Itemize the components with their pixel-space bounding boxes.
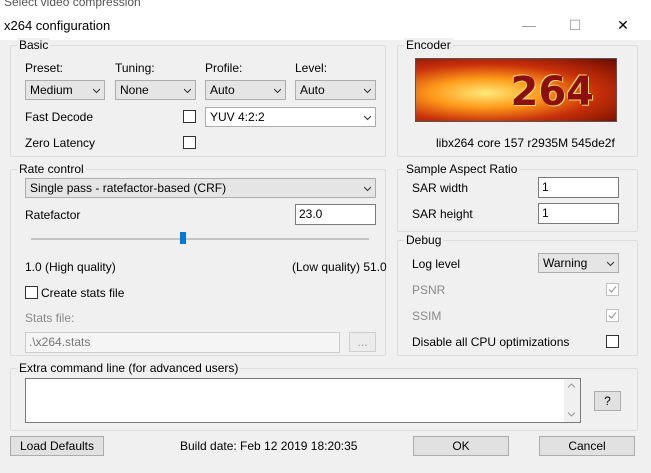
extra-cmdline-textarea[interactable]	[25, 378, 581, 423]
sar-height-value: 1	[542, 206, 549, 220]
ok-button[interactable]: OK	[413, 436, 509, 456]
psnr-label: PSNR	[412, 283, 446, 297]
zero-latency-label: Zero Latency	[25, 136, 96, 150]
disable-cpu-checkbox[interactable]	[606, 335, 619, 348]
ratefactor-input[interactable]: 23.0	[295, 204, 376, 225]
disable-cpu-label: Disable all CPU optimizations	[412, 335, 570, 349]
ratefactor-slider-track[interactable]	[31, 238, 369, 240]
stats-file-input[interactable]: .\x264.stats	[25, 332, 340, 353]
ratefactor-max-label: (Low quality) 51.0	[292, 260, 387, 274]
chevron-down-icon	[274, 88, 281, 94]
preset-label: Preset:	[25, 61, 64, 75]
chevron-down-icon	[364, 186, 371, 192]
scroll-down-icon[interactable]	[568, 412, 575, 417]
log-level-select[interactable]: Warning	[538, 253, 619, 273]
checkmark-icon	[608, 312, 617, 319]
load-defaults-label: Load Defaults	[19, 439, 95, 453]
chevron-down-icon	[93, 88, 100, 94]
build-date: Build date: Feb 12 2019 18:20:35	[180, 439, 358, 453]
level-label: Level:	[295, 61, 328, 75]
help-button[interactable]: ?	[594, 391, 621, 411]
rate-control-mode-value: Single pass - ratefactor-based (CRF)	[30, 181, 227, 195]
maximize-icon: ☐	[568, 17, 582, 33]
cancel-button[interactable]: Cancel	[539, 436, 635, 456]
extra-cmdline-scrollbar[interactable]	[564, 379, 580, 422]
fast-decode-checkbox[interactable]	[183, 110, 196, 123]
ratefactor-value: 23.0	[299, 207, 323, 221]
tuning-label: Tuning:	[115, 61, 155, 75]
level-value: Auto	[300, 83, 325, 97]
help-label: ?	[604, 394, 611, 408]
load-defaults-button[interactable]: Load Defaults	[10, 436, 104, 456]
create-stats-label: Create stats file	[41, 286, 125, 300]
preset-select[interactable]: Medium	[25, 80, 105, 100]
extra-cmdline-group-title: Extra command line (for advanced users)	[17, 361, 241, 375]
background-window-title-text: Select video compression	[4, 0, 141, 9]
cancel-label: Cancel	[568, 439, 606, 453]
log-level-label: Log level	[412, 257, 461, 271]
fast-decode-label: Fast Decode	[25, 110, 94, 124]
profile-label: Profile:	[205, 61, 243, 75]
minimize-button[interactable]: —	[506, 10, 552, 40]
rate-control-mode-select[interactable]: Single pass - ratefactor-based (CRF)	[25, 178, 376, 198]
log-level-value: Warning	[543, 256, 588, 270]
window-title: x264 configuration	[4, 18, 111, 33]
sar-group-title: Sample Aspect Ratio	[404, 162, 520, 176]
profile-select[interactable]: Auto	[205, 80, 286, 100]
sar-height-label: SAR height	[412, 207, 473, 221]
basic-group-title: Basic	[17, 38, 51, 52]
stats-file-label: Stats file:	[25, 311, 75, 325]
sar-width-input[interactable]: 1	[538, 177, 619, 198]
minimize-icon: —	[522, 17, 536, 33]
profile-value: Auto	[210, 83, 235, 97]
browse-label: ...	[357, 335, 368, 349]
rate-control-group-title: Rate control	[17, 162, 86, 176]
colorspace-select[interactable]: YUV 4:2:2	[205, 107, 376, 127]
background-window-title: Select video compression	[0, 0, 651, 10]
close-button[interactable]: ✕	[600, 10, 646, 40]
sar-width-value: 1	[542, 180, 549, 194]
zero-latency-checkbox[interactable]	[183, 136, 196, 149]
browse-stats-button[interactable]: ...	[349, 332, 376, 352]
x264-logo-text: 264	[510, 69, 595, 115]
sar-width-label: SAR width	[412, 181, 469, 195]
preset-value: Medium	[30, 83, 73, 97]
tuning-value: None	[120, 83, 149, 97]
encoder-group-title: Encoder	[404, 38, 453, 52]
tuning-select[interactable]: None	[115, 80, 196, 100]
chevron-down-icon	[607, 261, 614, 267]
colorspace-value: YUV 4:2:2	[210, 110, 265, 124]
ssim-checkbox[interactable]	[606, 309, 619, 322]
checkmark-icon	[608, 286, 617, 293]
chevron-down-icon	[184, 88, 191, 94]
debug-group-title: Debug	[404, 233, 444, 247]
ratefactor-min-label: 1.0 (High quality)	[25, 260, 116, 274]
x264-logo: 264	[415, 58, 617, 122]
ok-label: OK	[452, 439, 470, 453]
level-select[interactable]: Auto	[295, 80, 376, 100]
ratefactor-slider-thumb[interactable]	[180, 232, 186, 244]
scroll-up-icon[interactable]	[568, 383, 575, 388]
psnr-checkbox[interactable]	[606, 283, 619, 296]
ratefactor-label: Ratefactor	[25, 208, 81, 222]
sar-height-input[interactable]: 1	[538, 203, 619, 224]
chevron-down-icon	[364, 115, 371, 121]
stats-file-value: .\x264.stats	[29, 335, 91, 349]
maximize-button[interactable]: ☐	[552, 10, 598, 40]
ssim-label: SSIM	[412, 309, 442, 323]
encoder-version: libx264 core 157 r2935M 545de2f	[436, 136, 615, 150]
close-icon: ✕	[617, 17, 629, 33]
chevron-down-icon	[364, 88, 371, 94]
create-stats-checkbox[interactable]	[25, 286, 38, 299]
